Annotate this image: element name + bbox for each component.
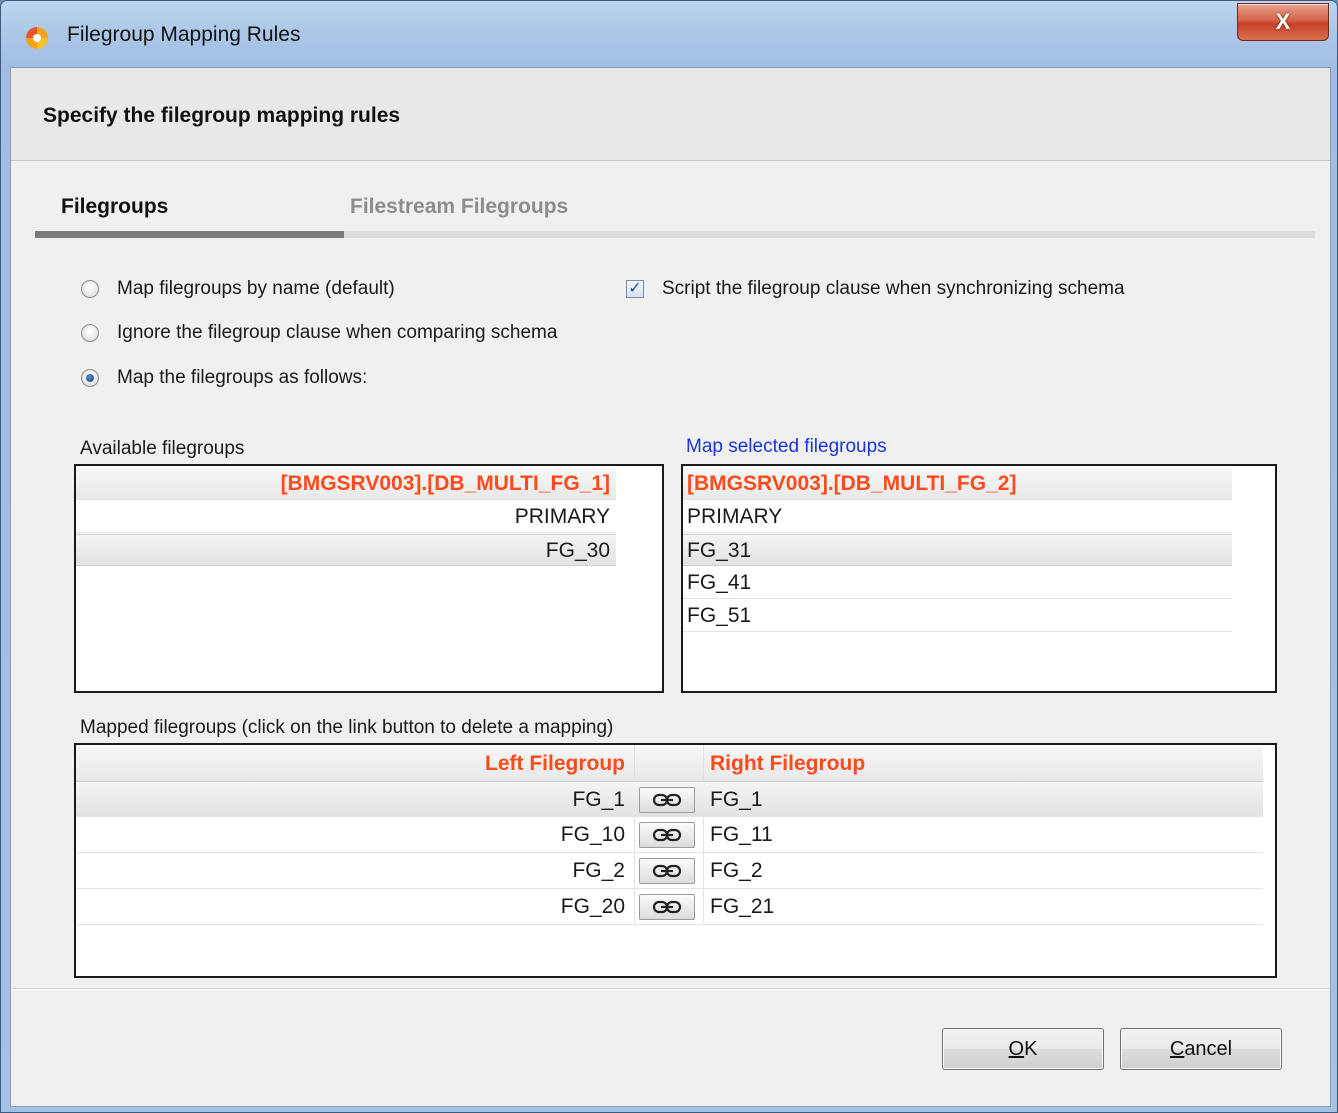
unlink-button[interactable] [639,858,695,884]
tab-filegroups[interactable]: Filegroups [61,195,168,219]
cancel-button-label: ancel [1184,1038,1233,1060]
option-map-as-follows[interactable]: Map the filegroups as follows: [81,367,367,389]
dialog-window: Filegroup Mapping Rules X Specify the fi… [0,0,1338,1113]
radio-ignore-clause[interactable] [81,324,99,342]
tab-filestream-filegroups[interactable]: Filestream Filegroups [350,195,568,219]
dialog-client-area: Specify the filegroup mapping rules File… [10,67,1331,1107]
available-filegroups-label: Available filegroups [80,438,245,459]
window-title: Filegroup Mapping Rules [67,23,301,46]
ok-button-label: K [1024,1038,1038,1060]
map-selected-filegroups-label: Map selected filegroups [686,436,887,457]
right-filegroup-cell: FG_21 [710,895,775,918]
ok-button-mnemonic: O [1008,1038,1025,1060]
option-script-clause[interactable]: ✓ Script the filegroup clause when synch… [626,278,1125,300]
available-list-header: [BMGSRV003].[DB_MULTI_FG_1] [76,468,616,500]
option-ignore-clause-label: Ignore the filegroup clause when compari… [117,322,558,343]
left-filegroup-cell: FG_20 [560,895,625,918]
left-filegroup-cell: FG_10 [560,823,625,846]
header-band: Specify the filegroup mapping rules [11,68,1330,161]
chain-link-icon [652,864,682,878]
close-icon: X [1275,9,1291,34]
page-title: Specify the filegroup mapping rules [43,104,401,127]
option-map-by-name-label: Map filegroups by name (default) [117,278,395,299]
table-row[interactable]: FG_1 FG_1 [76,781,1263,817]
close-button[interactable]: X [1237,3,1329,41]
cancel-button[interactable]: Cancel [1120,1028,1282,1070]
unlink-button[interactable] [639,894,695,920]
list-item[interactable]: PRIMARY [683,501,1232,533]
right-filegroup-header: Right Filegroup [710,752,866,775]
checkbox-script-clause[interactable]: ✓ [626,280,644,298]
map-selected-filegroups-list[interactable]: [BMGSRV003].[DB_MULTI_FG_2] PRIMARY FG_3… [681,464,1277,693]
list-item[interactable]: FG_41 [683,567,1232,599]
mapped-filegroups-label: Mapped filegroups (click on the link but… [80,717,614,738]
left-filegroup-cell: FG_1 [572,788,625,811]
list-item[interactable]: FG_31 [683,534,1232,566]
table-row[interactable]: FG_10 FG_11 [76,817,1263,853]
chain-link-icon [652,793,682,807]
option-map-as-follows-label: Map the filegroups as follows: [117,367,368,388]
ok-button[interactable]: OK [942,1028,1104,1070]
tab-active-indicator [35,231,344,238]
right-filegroup-cell: FG_11 [710,823,773,846]
option-script-clause-label: Script the filegroup clause when synchro… [662,278,1125,299]
footer-divider-highlight [11,989,1330,990]
right-filegroup-cell: FG_1 [710,788,763,811]
list-item[interactable]: FG_51 [683,600,1232,632]
mapped-filegroups-grid[interactable]: Left Filegroup Right Filegroup FG_1 FG_1… [74,743,1277,978]
chain-link-icon [652,900,682,914]
grid-header-row: Left Filegroup Right Filegroup [76,747,1263,781]
radio-map-as-follows[interactable] [81,369,99,387]
right-filegroup-cell: FG_2 [710,859,763,882]
title-bar[interactable]: Filegroup Mapping Rules X [1,1,1337,67]
unlink-button[interactable] [639,787,695,813]
left-filegroup-header: Left Filegroup [485,752,625,775]
table-row[interactable]: FG_20 FG_21 [76,889,1263,925]
table-row[interactable]: FG_2 FG_2 [76,853,1263,889]
available-filegroups-list[interactable]: [BMGSRV003].[DB_MULTI_FG_1] PRIMARY FG_3… [74,464,664,693]
map-list-header: [BMGSRV003].[DB_MULTI_FG_2] [683,468,1232,500]
option-map-by-name[interactable]: Map filegroups by name (default) [81,278,395,300]
list-item[interactable]: PRIMARY [76,501,616,533]
left-filegroup-cell: FG_2 [572,859,625,882]
list-item[interactable]: FG_30 [76,534,616,566]
option-ignore-clause[interactable]: Ignore the filegroup clause when compari… [81,322,557,344]
unlink-button[interactable] [639,822,695,848]
radio-map-by-name[interactable] [81,280,99,298]
chain-link-icon [652,828,682,842]
app-logo-icon [26,27,48,49]
cancel-button-mnemonic: C [1169,1038,1185,1060]
